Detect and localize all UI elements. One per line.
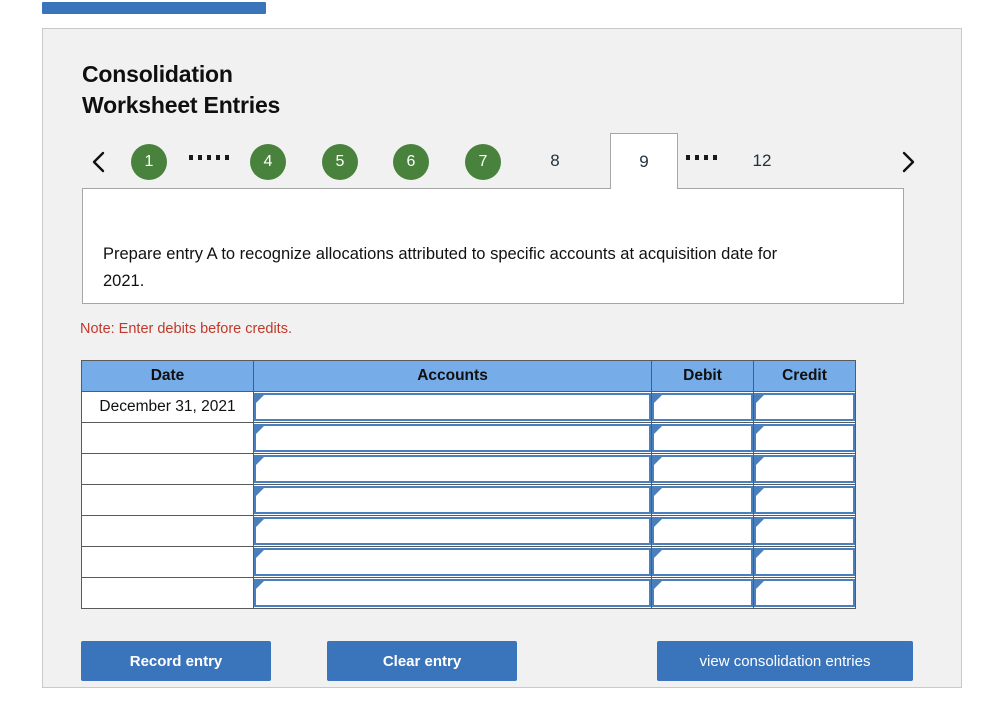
debit-input-cell[interactable] bbox=[651, 546, 754, 578]
table-header-row: Date Accounts Debit Credit bbox=[81, 360, 856, 392]
consolidation-worksheet-panel: Consolidation Worksheet Entries 1 4 5 6 … bbox=[42, 28, 962, 688]
step-item-4[interactable]: 4 bbox=[250, 144, 286, 180]
step-item-8[interactable]: 8 bbox=[537, 146, 573, 176]
step-item-5[interactable]: 5 bbox=[322, 144, 358, 180]
prev-step-button[interactable] bbox=[86, 147, 112, 177]
credit-input[interactable] bbox=[754, 424, 855, 452]
view-consolidation-entries-button[interactable]: view consolidation entries bbox=[657, 641, 913, 681]
journal-entry-table: Date Accounts Debit Credit December 31, … bbox=[81, 360, 856, 609]
date-cell bbox=[81, 484, 254, 516]
debit-input-cell[interactable] bbox=[651, 577, 754, 609]
accounts-input-cell[interactable] bbox=[253, 453, 652, 485]
credit-input-cell[interactable] bbox=[753, 484, 856, 516]
instruction-box: Prepare entry A to recognize allocations… bbox=[82, 188, 904, 304]
table-row bbox=[81, 515, 856, 547]
debit-input[interactable] bbox=[652, 579, 753, 607]
step-ellipsis-right bbox=[686, 155, 717, 160]
accounts-input-cell[interactable] bbox=[253, 484, 652, 516]
step-navigation: 1 4 5 6 7 8 9 12 bbox=[82, 133, 927, 193]
accounts-input-cell[interactable] bbox=[253, 515, 652, 547]
date-cell bbox=[81, 577, 254, 609]
debit-input-cell[interactable] bbox=[651, 422, 754, 454]
accounts-input[interactable] bbox=[254, 517, 651, 545]
top-accent-bar bbox=[42, 2, 266, 14]
credit-input-cell[interactable] bbox=[753, 391, 856, 423]
accounts-input[interactable] bbox=[254, 486, 651, 514]
table-row bbox=[81, 484, 856, 516]
accounts-input-cell[interactable] bbox=[253, 422, 652, 454]
accounts-input-cell[interactable] bbox=[253, 577, 652, 609]
credit-input[interactable] bbox=[754, 517, 855, 545]
date-cell: December 31, 2021 bbox=[81, 391, 254, 423]
record-entry-button[interactable]: Record entry bbox=[81, 641, 271, 681]
column-header-accounts: Accounts bbox=[253, 360, 652, 392]
instruction-text: Prepare entry A to recognize allocations… bbox=[103, 245, 778, 290]
step-item-7[interactable]: 7 bbox=[465, 144, 501, 180]
table-row bbox=[81, 546, 856, 578]
table-row bbox=[81, 453, 856, 485]
date-cell bbox=[81, 453, 254, 485]
credit-input[interactable] bbox=[754, 486, 855, 514]
credit-input-cell[interactable] bbox=[753, 422, 856, 454]
credit-input-cell[interactable] bbox=[753, 453, 856, 485]
step-ellipsis-left bbox=[189, 155, 229, 160]
page-title: Consolidation Worksheet Entries bbox=[82, 61, 281, 118]
credit-input-cell[interactable] bbox=[753, 577, 856, 609]
table-row: December 31, 2021 bbox=[81, 391, 856, 423]
accounts-input-cell[interactable] bbox=[253, 546, 652, 578]
table-row bbox=[81, 422, 856, 454]
step-item-6[interactable]: 6 bbox=[393, 144, 429, 180]
accounts-input[interactable] bbox=[254, 579, 651, 607]
accounts-input[interactable] bbox=[254, 393, 651, 421]
step-item-1[interactable]: 1 bbox=[131, 144, 167, 180]
date-cell bbox=[81, 546, 254, 578]
step-item-12[interactable]: 12 bbox=[744, 146, 780, 176]
debit-input[interactable] bbox=[652, 548, 753, 576]
accounts-input[interactable] bbox=[254, 455, 651, 483]
credit-input-cell[interactable] bbox=[753, 515, 856, 547]
credit-input-cell[interactable] bbox=[753, 546, 856, 578]
credit-input[interactable] bbox=[754, 548, 855, 576]
accounts-input[interactable] bbox=[254, 548, 651, 576]
next-step-button[interactable] bbox=[895, 147, 921, 177]
date-cell bbox=[81, 422, 254, 454]
debit-input-cell[interactable] bbox=[651, 515, 754, 547]
column-header-debit: Debit bbox=[651, 360, 754, 392]
debit-input-cell[interactable] bbox=[651, 453, 754, 485]
step-item-9-active[interactable]: 9 bbox=[610, 133, 678, 189]
debit-input[interactable] bbox=[652, 393, 753, 421]
debit-input-cell[interactable] bbox=[651, 391, 754, 423]
accounts-input-cell[interactable] bbox=[253, 391, 652, 423]
table-row bbox=[81, 577, 856, 609]
credit-input[interactable] bbox=[754, 393, 855, 421]
column-header-date: Date bbox=[81, 360, 254, 392]
debit-input[interactable] bbox=[652, 517, 753, 545]
credit-input[interactable] bbox=[754, 579, 855, 607]
date-cell bbox=[81, 515, 254, 547]
note-text: Note: Enter debits before credits. bbox=[80, 321, 292, 337]
debit-input[interactable] bbox=[652, 486, 753, 514]
accounts-input[interactable] bbox=[254, 424, 651, 452]
debit-input[interactable] bbox=[652, 455, 753, 483]
column-header-credit: Credit bbox=[753, 360, 856, 392]
credit-input[interactable] bbox=[754, 455, 855, 483]
debit-input-cell[interactable] bbox=[651, 484, 754, 516]
debit-input[interactable] bbox=[652, 424, 753, 452]
clear-entry-button[interactable]: Clear entry bbox=[327, 641, 517, 681]
chevron-right-icon bbox=[900, 150, 916, 174]
chevron-left-icon bbox=[91, 150, 107, 174]
